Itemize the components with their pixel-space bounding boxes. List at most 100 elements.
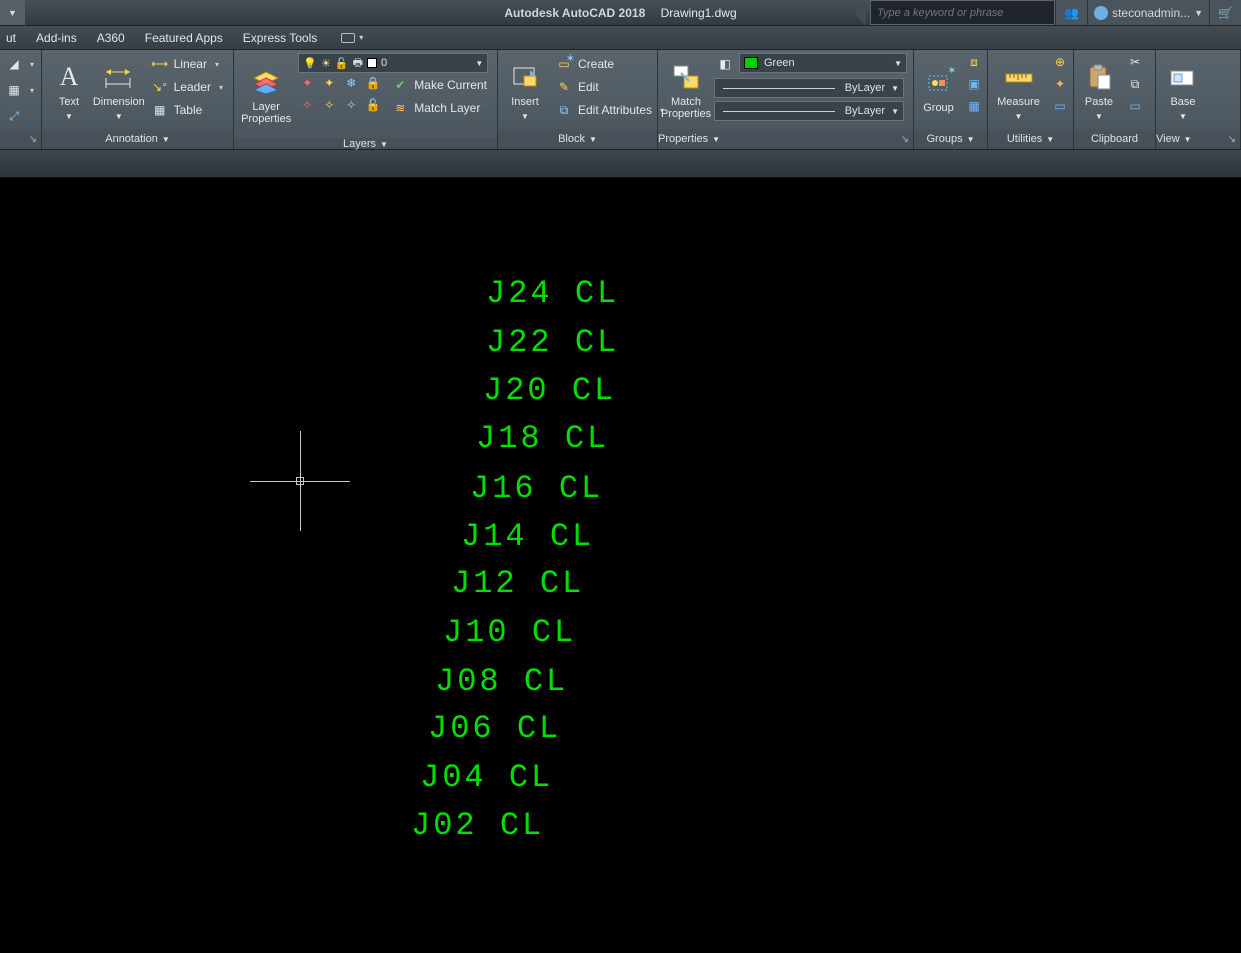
layer-iso-icon[interactable]: ✦ bbox=[320, 74, 338, 92]
cad-text[interactable]: J24 CL bbox=[486, 275, 619, 312]
layer-lock-icon[interactable]: 🔒 bbox=[364, 74, 382, 92]
qat-dropdown[interactable]: ▼ bbox=[0, 0, 25, 25]
cad-text[interactable]: J18 CL bbox=[476, 420, 609, 457]
properties-panel: Match Properties ◧ Green ▼ ByLayer ▼ bbox=[658, 50, 914, 149]
crosshair-cursor bbox=[300, 481, 301, 482]
ribbon-tab-addins[interactable]: Add-ins bbox=[26, 28, 87, 48]
cad-text[interactable]: J16 CL bbox=[470, 470, 603, 507]
annotation-panel: A Text ▼ Dimension ▼ ⟷Linear▾ ↘°Leader▾ … bbox=[42, 50, 234, 149]
cad-text[interactable]: J02 CL bbox=[411, 807, 544, 844]
ribbon-tab-a360[interactable]: A360 bbox=[87, 28, 135, 48]
edit-attributes-button[interactable]: ⧉Edit Attributes▾ bbox=[552, 99, 668, 121]
layer-freeze-icon[interactable]: ❄ bbox=[342, 74, 360, 92]
group-select-button[interactable]: ▦ bbox=[965, 97, 983, 115]
groups-panel: Group ⧈ ▣ ▦ Groups▼ bbox=[914, 50, 988, 149]
help-search-input[interactable] bbox=[870, 0, 1055, 25]
cad-text[interactable]: J14 CL bbox=[461, 518, 594, 555]
cut-button[interactable]: ✂ bbox=[1126, 53, 1144, 71]
select-all-button[interactable]: ▭ bbox=[1051, 97, 1069, 115]
layer-uniso-icon[interactable]: ✧ bbox=[320, 96, 338, 114]
subobject-button[interactable]: ⤢ bbox=[2, 105, 38, 127]
block-panel: Insert ▼ ▭Create ✎Edit ⧉Edit Attributes▾… bbox=[498, 50, 658, 149]
ribbon-panel-cycle[interactable]: ▾ bbox=[333, 31, 371, 45]
user-name: steconadmin... bbox=[1112, 6, 1190, 20]
match-layer-button[interactable]: ≋Match Layer bbox=[388, 97, 491, 119]
cad-text[interactable]: J08 CL bbox=[435, 663, 568, 700]
ribbon-tab[interactable]: ut bbox=[6, 28, 26, 48]
make-current-button[interactable]: ✔Make Current bbox=[388, 74, 491, 96]
cad-text[interactable]: J06 CL bbox=[428, 710, 561, 747]
cad-text[interactable]: J12 CL bbox=[451, 565, 584, 602]
ungroup-button[interactable]: ⧈ bbox=[965, 53, 983, 71]
cad-text[interactable]: J10 CL bbox=[443, 614, 576, 651]
cad-text[interactable]: J20 CL bbox=[483, 372, 616, 409]
bylayer-color-button[interactable]: ◧ bbox=[714, 53, 736, 75]
layer-tool-grid: ✦ ✦ ❄ 🔒 ✧ ✧ ✧ 🔓 bbox=[298, 74, 382, 138]
layer-thaw-icon[interactable]: ✧ bbox=[342, 96, 360, 114]
group-edit-button[interactable]: ▣ bbox=[965, 75, 983, 93]
title-bar: ▼ Autodesk AutoCAD 2018 Drawing1.dwg 👥 s… bbox=[0, 0, 1241, 26]
paste-icon bbox=[1084, 62, 1114, 92]
ribbon: ◢▾ ▦▾ ⤢ ↘ A Text ▼ Dimension ▼ ⟷Linear▾ bbox=[0, 50, 1241, 150]
cad-text[interactable]: J22 CL bbox=[486, 324, 619, 361]
app-name: Autodesk AutoCAD 2018 bbox=[504, 6, 645, 20]
quick-select-button[interactable]: ✦ bbox=[1051, 75, 1069, 93]
layer-on-icon[interactable]: ✧ bbox=[298, 96, 316, 114]
signin-button[interactable]: steconadmin... ▼ bbox=[1087, 0, 1209, 25]
layer-name: 0 bbox=[381, 57, 387, 69]
group-button[interactable]: Group bbox=[918, 53, 959, 129]
file-tab-bar[interactable] bbox=[0, 150, 1241, 178]
linetype-value: ByLayer bbox=[845, 105, 885, 117]
sun-icon: ☀ bbox=[321, 57, 331, 70]
linetype-dropdown[interactable]: ByLayer ▼ bbox=[714, 101, 904, 121]
measure-icon bbox=[1004, 62, 1034, 92]
view-panel: Base ▼ View▼↘ bbox=[1156, 50, 1241, 149]
group-icon bbox=[924, 68, 954, 98]
layers-icon bbox=[251, 67, 281, 97]
table-button[interactable]: ▦Table bbox=[148, 99, 227, 121]
base-button[interactable]: Base ▼ bbox=[1162, 53, 1204, 129]
color-value: Green bbox=[764, 57, 888, 69]
layer-properties-button[interactable]: Layer Properties bbox=[240, 53, 292, 138]
linetype-icon bbox=[723, 111, 835, 112]
lineweight-value: ByLayer bbox=[845, 82, 885, 94]
layer-off-icon[interactable]: ✦ bbox=[298, 74, 316, 92]
leader-button[interactable]: ↘°Leader▾ bbox=[148, 76, 227, 98]
print-icon: 🖶 bbox=[353, 54, 363, 73]
color-swatch bbox=[367, 58, 377, 68]
copy-clip-button[interactable]: ▭ bbox=[1126, 97, 1144, 115]
color-swatch-icon bbox=[744, 57, 758, 69]
insert-button[interactable]: Insert ▼ bbox=[504, 53, 546, 129]
lineweight-dropdown[interactable]: ByLayer ▼ bbox=[714, 78, 904, 98]
paste-button[interactable]: Paste ▼ bbox=[1078, 53, 1120, 129]
drawing-canvas[interactable]: J24 CL J22 CL J20 CL J18 CL J16 CL J14 CL J12 … bbox=[0, 178, 1241, 953]
infocenter-button[interactable]: 👥 bbox=[1055, 0, 1087, 25]
copy-button[interactable]: ⧉ bbox=[1126, 75, 1144, 93]
ribbon-tab-featured-apps[interactable]: Featured Apps bbox=[135, 28, 233, 48]
dimension-icon bbox=[104, 62, 134, 92]
layer-dropdown[interactable]: 💡 ☀ 🔓 🖶 0 ▼ bbox=[298, 53, 488, 73]
insert-icon bbox=[510, 62, 540, 92]
layer-unlock-icon[interactable]: 🔓 bbox=[364, 96, 382, 114]
point-button[interactable]: ⊕ bbox=[1051, 53, 1069, 71]
document-name: Drawing1.dwg bbox=[661, 6, 737, 20]
user-icon bbox=[1094, 6, 1108, 20]
match-properties-button[interactable]: Match Properties bbox=[664, 53, 708, 129]
fillet-button[interactable]: ◢▾ bbox=[2, 53, 38, 75]
ribbon-tab-express-tools[interactable]: Express Tools bbox=[233, 28, 327, 48]
block-edit-button[interactable]: ✎Edit bbox=[552, 76, 668, 98]
text-button[interactable]: A Text ▼ bbox=[48, 53, 90, 129]
clipboard-panel: Paste ▼ ✂ ⧉ ▭ Clipboard bbox=[1074, 50, 1156, 149]
ribbon-tab-strip: ut Add-ins A360 Featured Apps Express To… bbox=[0, 26, 1241, 50]
linear-button[interactable]: ⟷Linear▾ bbox=[148, 53, 227, 75]
cad-text[interactable]: J04 CL bbox=[420, 759, 553, 796]
dimension-button[interactable]: Dimension ▼ bbox=[96, 53, 142, 129]
array-button[interactable]: ▦▾ bbox=[2, 79, 38, 101]
measure-button[interactable]: Measure ▼ bbox=[992, 53, 1045, 129]
exchange-apps-button[interactable]: 🛒 bbox=[1209, 0, 1241, 25]
color-dropdown[interactable]: Green ▼ bbox=[739, 53, 907, 73]
bulb-icon: 💡 bbox=[303, 57, 317, 70]
layers-panel: Layer Properties 💡 ☀ 🔓 🖶 0 ▼ ✦ ✦ ❄ bbox=[234, 50, 498, 149]
utilities-panel: Measure ▼ ⊕ ✦ ▭ Utilities▼ bbox=[988, 50, 1074, 149]
block-create-button[interactable]: ▭Create bbox=[552, 53, 668, 75]
